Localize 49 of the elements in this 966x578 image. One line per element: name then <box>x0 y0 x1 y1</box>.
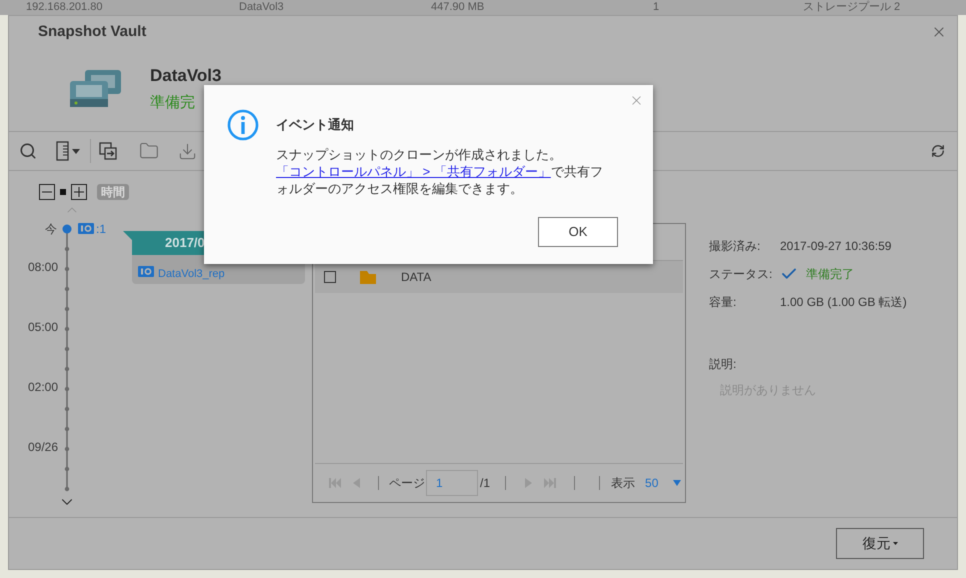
snapshot-name: DataVol3_rep <box>158 267 226 282</box>
row-checkbox[interactable] <box>324 271 336 283</box>
file-row[interactable]: DATA <box>315 261 683 293</box>
refresh-icon[interactable] <box>931 144 945 158</box>
zoom-out-icon[interactable] <box>39 184 55 200</box>
time-label: 09/26 <box>28 439 58 456</box>
detail-label: 容量: <box>709 294 738 311</box>
control-panel-link[interactable]: 「コントロールパネル」 > 「共有フォルダー」 <box>276 164 551 178</box>
download-icon[interactable] <box>178 142 197 160</box>
snapshot-icon <box>78 223 94 234</box>
show-label: 表示 <box>611 475 636 492</box>
table-cell-text: ストレージプール 2 <box>803 1 902 14</box>
table-cell-text: 447.90 MB <box>431 1 486 14</box>
table-cell-text: DataVol3 <box>239 1 285 14</box>
dialog-title: イベント通知 <box>276 116 355 134</box>
drives-icon <box>69 68 123 108</box>
time-label: 08:00 <box>28 259 58 276</box>
snapshot-count: :1 <box>96 223 106 235</box>
detail-label: 撮影済み: <box>709 238 762 255</box>
time-label: 05:00 <box>28 319 58 336</box>
volume-status: 準備完 <box>150 93 196 113</box>
dropdown-icon[interactable] <box>673 480 682 486</box>
snapshot-icon <box>138 266 154 277</box>
restore-button[interactable]: 復元 <box>836 528 924 559</box>
file-name: DATA <box>401 269 432 286</box>
folder-icon[interactable] <box>139 141 159 161</box>
list-menu-icon[interactable] <box>56 141 82 161</box>
now-label: 今 <box>45 221 57 238</box>
search-icon[interactable] <box>19 142 37 160</box>
clone-icon[interactable] <box>99 142 117 160</box>
table-cell-text: 1 <box>653 1 660 14</box>
description-label: 説明: <box>709 356 738 373</box>
detail-label: ステータス: <box>709 266 774 283</box>
caret-icon <box>892 542 898 545</box>
ok-button[interactable]: OK <box>538 217 618 247</box>
page-total: /1 <box>480 475 490 492</box>
window-title: Snapshot Vault <box>38 22 146 42</box>
detail-value: 2017-09-27 10:36:59 <box>780 238 892 255</box>
detail-value: 1.00 GB (1.00 GB 転送) <box>780 294 907 311</box>
info-icon <box>227 109 259 141</box>
table-cell-text: 192.168.201.80 <box>25 1 104 14</box>
volume-name: DataVol3 <box>150 64 222 86</box>
dialog-message: スナップショットのクローンが作成されました。 「コントロールパネル」 > 「共有フォルダー」で共有フォルダーのアクセス権限を編集できます。 <box>276 146 604 196</box>
detail-value: 準備完了 <box>806 266 854 283</box>
zoom-in-icon[interactable] <box>71 184 87 200</box>
zoom-level-icon <box>60 189 66 195</box>
time-label: 02:00 <box>28 379 58 396</box>
page-label: ページ <box>389 475 425 492</box>
folder-icon <box>360 270 376 284</box>
